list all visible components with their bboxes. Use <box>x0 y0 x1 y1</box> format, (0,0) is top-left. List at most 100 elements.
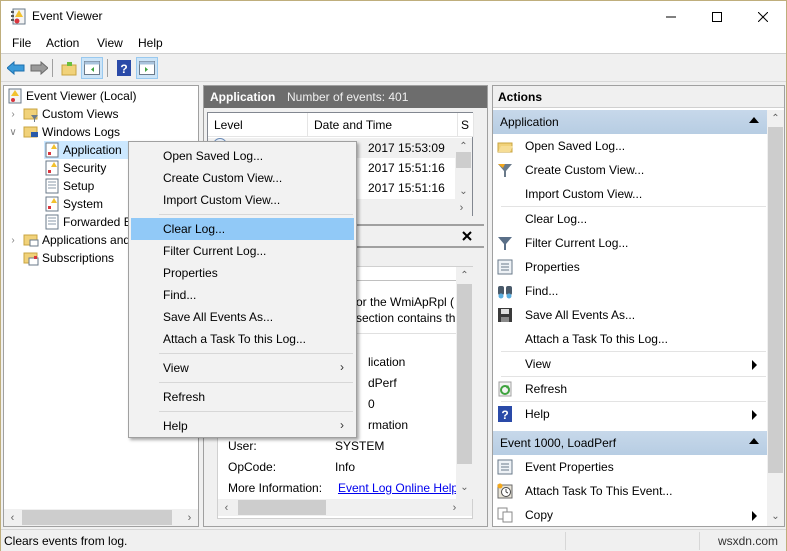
scroll-down-icon[interactable]: ⌄ <box>455 183 472 200</box>
tree-node-label: Custom Views <box>42 107 119 121</box>
scroll-up-icon[interactable]: ⌃ <box>456 267 473 284</box>
context-item-open-saved-log[interactable]: Open Saved Log... <box>131 145 354 167</box>
context-item-save-all-events-as[interactable]: Save All Events As... <box>131 306 354 328</box>
action-save-all-events-as[interactable]: Save All Events As... <box>493 303 767 327</box>
tree-node-label: Application <box>63 143 122 157</box>
scrollbar-thumb[interactable] <box>768 127 783 473</box>
context-item-filter-current-log[interactable]: Filter Current Log... <box>131 240 354 262</box>
action-clear-log[interactable]: Clear Log... <box>493 207 767 231</box>
collapse-icon[interactable] <box>749 438 759 444</box>
close-button[interactable] <box>740 1 786 32</box>
action-create-custom-view[interactable]: Create Custom View... <box>493 158 767 182</box>
scrollbar-thumb[interactable] <box>457 284 472 464</box>
column-header-level[interactable]: Level <box>208 113 308 137</box>
maximize-button[interactable] <box>694 1 740 32</box>
properties-icon <box>497 459 513 475</box>
show-hide-console-tree-button[interactable] <box>81 57 103 79</box>
event-log-online-help-link[interactable]: Event Log Online Help <box>338 481 458 495</box>
folder-window-icon <box>23 234 39 247</box>
tree-node-windows-logs[interactable]: ∨ Windows Logs <box>7 123 120 141</box>
svg-text:?: ? <box>501 408 508 422</box>
action-help[interactable]: ? Help <box>493 402 767 426</box>
grid-vertical-scrollbar[interactable]: ⌃ ⌄ <box>455 138 472 200</box>
action-filter-current-log[interactable]: Filter Current Log... <box>493 231 767 255</box>
status-divider <box>565 532 566 550</box>
help-button[interactable]: ? <box>113 57 135 79</box>
tree-node-label: Security <box>63 161 107 175</box>
scrollbar-thumb[interactable] <box>238 500 326 515</box>
scroll-left-icon[interactable]: ‹ <box>218 499 235 516</box>
scroll-left-icon[interactable]: ‹ <box>4 509 21 526</box>
collapse-icon[interactable] <box>749 117 759 123</box>
chevron-down-icon[interactable]: ∨ <box>7 127 19 138</box>
context-item-properties[interactable]: Properties <box>131 262 354 284</box>
scroll-down-icon[interactable]: ⌄ <box>767 508 784 525</box>
event-viewer-icon <box>8 88 22 104</box>
tree-horizontal-scrollbar[interactable]: ‹ › <box>4 509 198 526</box>
tree-node-security[interactable]: Security <box>44 159 106 177</box>
scroll-up-icon[interactable]: ⌃ <box>767 110 784 127</box>
action-attach-task-to-event[interactable]: Attach Task To This Event... <box>493 479 767 503</box>
context-item-create-custom-view[interactable]: Create Custom View... <box>131 167 354 189</box>
show-hide-action-pane-button[interactable] <box>136 57 158 79</box>
context-item-refresh[interactable]: Refresh <box>131 386 354 408</box>
close-detail-icon[interactable] <box>462 231 472 241</box>
tree-node-label: Setup <box>63 179 95 193</box>
event-datetime: 2017 15:51:16 <box>368 161 445 175</box>
scroll-right-icon[interactable]: › <box>446 499 463 516</box>
tree-node-system[interactable]: System <box>44 195 103 213</box>
action-view[interactable]: View <box>493 352 767 376</box>
context-item-attach-task[interactable]: Attach a Task To this Log... <box>131 328 354 350</box>
detail-horizontal-scrollbar[interactable]: ‹ › <box>218 499 472 516</box>
tree-node-setup[interactable]: Setup <box>44 177 94 195</box>
detail-vertical-scrollbar[interactable]: ⌃ ⌄ <box>456 267 473 499</box>
action-properties[interactable]: Properties <box>493 255 767 279</box>
context-item-find[interactable]: Find... <box>131 284 354 306</box>
tree-node-custom-views[interactable]: › Custom Views <box>7 105 118 123</box>
menu-action[interactable]: Action <box>46 36 79 50</box>
action-event-properties[interactable]: Event Properties <box>493 455 767 479</box>
action-refresh[interactable]: Refresh <box>493 377 767 401</box>
actions-section-application[interactable]: Application <box>493 110 767 134</box>
minimize-button[interactable] <box>648 1 694 32</box>
context-separator <box>159 411 353 412</box>
open-button[interactable] <box>58 57 80 79</box>
event-datetime: 2017 15:51:16 <box>368 181 445 195</box>
chevron-right-icon[interactable]: › <box>7 109 19 120</box>
scroll-down-icon[interactable]: ⌄ <box>456 479 473 496</box>
scrollbar-thumb[interactable] <box>22 510 172 525</box>
context-separator <box>159 214 353 215</box>
context-item-import-custom-view[interactable]: Import Custom View... <box>131 189 354 211</box>
actions-vertical-scrollbar[interactable]: ⌃ ⌄ <box>767 110 784 526</box>
action-attach-task-to-log[interactable]: Attach a Task To this Log... <box>493 327 767 351</box>
action-open-saved-log[interactable]: Open Saved Log... <box>493 134 767 158</box>
menu-view[interactable]: View <box>97 36 123 50</box>
menu-file[interactable]: File <box>12 36 31 50</box>
event-count: Number of events: 401 <box>287 90 409 104</box>
help-icon: ? <box>498 406 512 422</box>
action-find[interactable]: Find... <box>493 279 767 303</box>
forward-button[interactable] <box>28 57 50 79</box>
menu-help[interactable]: Help <box>138 36 163 50</box>
action-copy[interactable]: Copy <box>493 503 767 527</box>
chevron-right-icon[interactable]: › <box>7 235 19 246</box>
tree-node-application[interactable]: Application <box>44 141 130 159</box>
window-title: Event Viewer <box>32 9 103 23</box>
section-title: Event 1000, LoadPerf <box>500 436 617 450</box>
back-button[interactable] <box>5 57 27 79</box>
actions-section-event[interactable]: Event 1000, LoadPerf <box>493 431 767 455</box>
tree-node-root[interactable]: Event Viewer (Local) <box>7 87 137 105</box>
menu-bar: File Action View Help <box>1 32 786 54</box>
context-item-clear-log[interactable]: Clear Log... <box>131 218 354 240</box>
scroll-right-icon[interactable]: › <box>181 509 198 526</box>
scrollbar-thumb[interactable] <box>456 152 471 168</box>
column-header-source[interactable]: S <box>458 113 474 137</box>
tree-node-label: Event Viewer (Local) <box>26 89 137 103</box>
column-header-date-time[interactable]: Date and Time <box>308 113 458 137</box>
scroll-right-icon[interactable]: › <box>453 199 470 216</box>
action-import-custom-view[interactable]: Import Custom View... <box>493 182 767 206</box>
context-item-view[interactable]: View › <box>131 357 354 379</box>
context-item-help[interactable]: Help › <box>131 415 354 437</box>
tree-node-subscriptions[interactable]: Subscriptions <box>23 249 114 267</box>
submenu-arrow-icon <box>752 410 757 420</box>
